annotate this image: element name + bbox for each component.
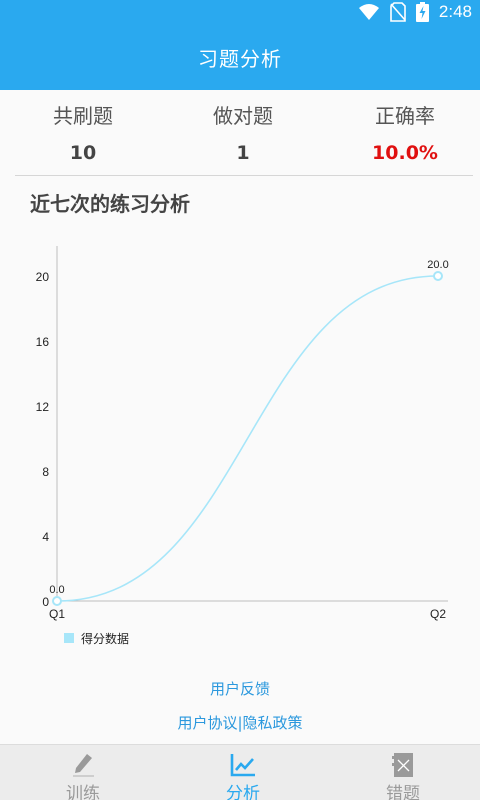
legend-swatch: [64, 633, 74, 643]
data-point: [52, 596, 62, 606]
stat-accuracy-value: 10.0%: [372, 142, 438, 164]
y-tick-label: 20: [36, 270, 50, 284]
data-label: 20.0: [427, 259, 448, 271]
no-sim-icon: [390, 2, 406, 22]
notebook-icon: [392, 753, 413, 777]
tab-mistakes[interactable]: 错题: [323, 745, 480, 800]
data-label: 0.0: [49, 584, 64, 596]
stat-accuracy-label: 正确率: [375, 104, 435, 128]
bottom-tab-bar: 训练 分析 错题: [0, 744, 480, 800]
y-tick-label: 8: [42, 465, 49, 479]
stat-correct-value: 1: [236, 142, 250, 164]
score-line-chart: 048121620Q1 Q20.020.0得分数据: [36, 246, 449, 646]
x-tick-label: Q2: [430, 607, 446, 621]
data-point: [433, 271, 443, 281]
feedback-link[interactable]: 用户反馈: [0, 678, 480, 699]
status-bar: 2:48: [0, 0, 480, 24]
stat-total-value: 10: [69, 142, 97, 164]
y-tick-label: 4: [42, 530, 49, 544]
tab-analysis[interactable]: 分析: [163, 745, 323, 800]
tab-training[interactable]: 训练: [3, 745, 163, 800]
page-title: 习题分析: [198, 46, 282, 71]
wifi-icon: [358, 4, 379, 20]
app-bar: 习题分析: [0, 24, 480, 90]
legend-label: 得分数据: [81, 631, 129, 646]
tab-analysis-label: 分析: [226, 784, 260, 800]
battery-charging-icon: [415, 2, 429, 22]
section-title: 近七次的练习分析: [30, 192, 190, 216]
stat-correct-label: 做对题: [213, 104, 273, 128]
tab-training-label: 训练: [66, 784, 100, 800]
stat-total: 共刷题 10: [3, 90, 163, 176]
x-tick-label: Q1: [49, 607, 65, 621]
stats-divider: [15, 175, 473, 176]
policy-link[interactable]: 用户协议|隐私政策: [0, 712, 480, 733]
stat-correct: 做对题 1: [163, 90, 323, 176]
y-tick-label: 12: [36, 400, 50, 414]
series-line: [56, 275, 439, 602]
pencil-icon: [73, 754, 94, 777]
status-time: 2:48: [438, 2, 472, 21]
stats-summary: 共刷题 10 做对题 1 正确率 10.0%: [0, 90, 480, 176]
tab-mistakes-label: 错题: [386, 784, 420, 800]
stat-accuracy: 正确率 10.0%: [325, 90, 480, 176]
y-tick-label: 16: [36, 335, 50, 349]
status-icons: 2:48: [358, 2, 472, 22]
stat-total-label: 共刷题: [53, 104, 113, 128]
chart-line-icon: [230, 754, 255, 777]
